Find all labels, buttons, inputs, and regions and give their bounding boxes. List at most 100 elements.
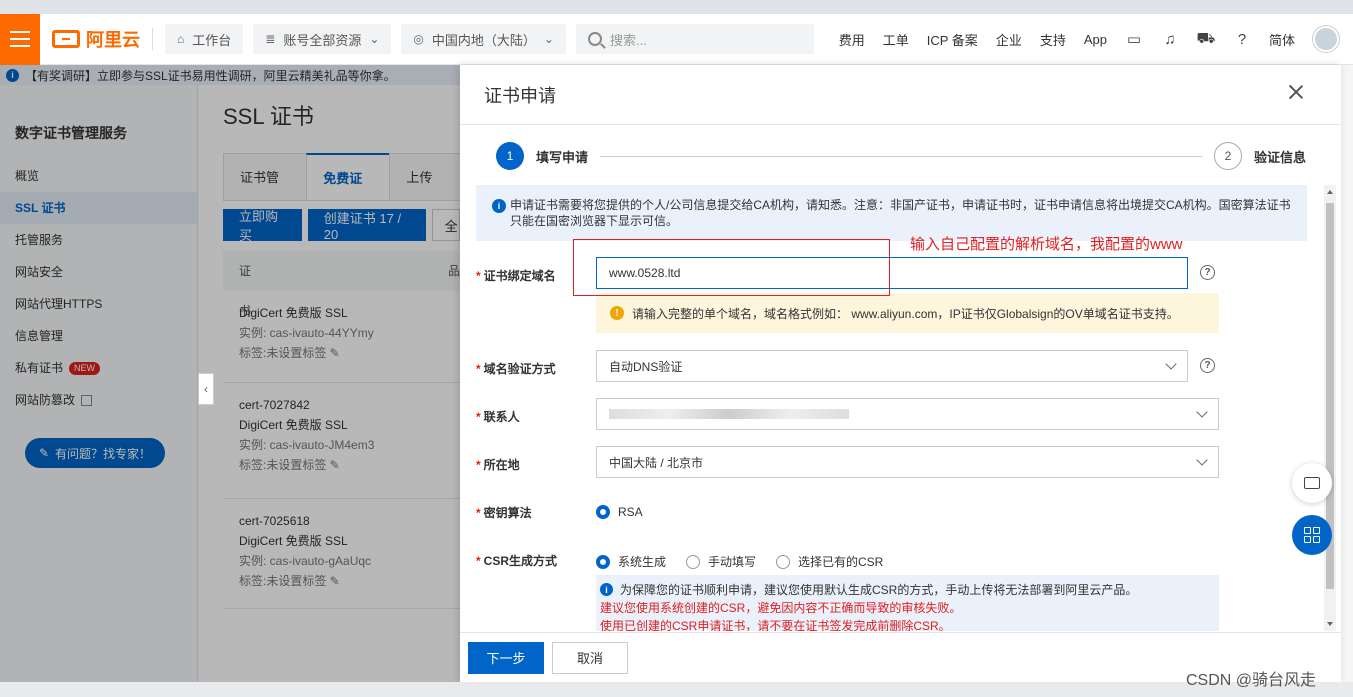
logo-text: 阿里云 (86, 30, 140, 50)
search-input[interactable]: 搜索... (575, 24, 814, 54)
domain-hint-text: 请输入完整的单个域名，域名格式例如： www.aliyun.com，IP证书仅G… (632, 306, 1179, 321)
search-icon (587, 32, 602, 46)
stepper: 1 填写申请 2 验证信息 (496, 141, 1306, 171)
cert-apply-drawer: 证书申请 1 填写申请 2 验证信息 i 申请证书需要将您提供的个人/公司信息提… (460, 65, 1341, 682)
radio-csr-manual[interactable]: 手动填写 (686, 553, 756, 570)
region-label: 中国内地（大陆） (431, 32, 536, 48)
contact-select[interactable] (596, 398, 1219, 430)
nav-link-icp[interactable]: ICP 备案 (927, 30, 978, 49)
search-placeholder: 搜索... (609, 32, 647, 48)
verify-label: * 域名验证方式 (476, 362, 556, 376)
radio-empty-icon (686, 554, 700, 569)
verify-value: 自动DNS验证 (609, 359, 683, 374)
location-icon: ◎ (413, 32, 424, 46)
language-switch[interactable]: 简体 (1269, 30, 1295, 49)
help-icon[interactable]: ? (1200, 358, 1215, 373)
watermark: CSDN @骑台风走 (1186, 672, 1317, 689)
info-icon: i (492, 199, 506, 213)
ca-info-text: 申请证书需要将您提供的个人/公司信息提交给CA机构，请知悉。注意：非国产证书，申… (510, 198, 1291, 228)
csr-info-text: 为保障您的证书顺利申请，建议您使用默认生成CSR的方式，手动上传将无法部署到阿里… (620, 583, 1138, 597)
modal-backdrop[interactable] (0, 65, 460, 682)
location-label: * 所在地 (476, 458, 520, 472)
cart-icon[interactable]: ⛟ (1197, 30, 1216, 48)
account-scope-label: 账号全部资源 (283, 32, 362, 48)
nav-link-support[interactable]: 支持 (1040, 30, 1066, 49)
os-taskbar (0, 682, 1353, 697)
avatar[interactable] (1313, 26, 1339, 52)
workbench-button[interactable]: ⌂ 工作台 (165, 24, 244, 54)
scroll-down-icon[interactable] (1327, 622, 1333, 626)
radio-label: 系统生成 (618, 555, 667, 569)
grid-icon (1304, 527, 1320, 543)
location-select[interactable]: 中国大陆 / 北京市 (596, 446, 1219, 478)
browser-tabstrip (0, 0, 1353, 14)
terminal-icon[interactable]: ▭ (1125, 30, 1143, 48)
drawer-header: 证书申请 (460, 65, 1341, 125)
drawer-title: 证书申请 (484, 85, 556, 106)
cancel-button[interactable]: 取消 (552, 641, 628, 674)
chevron-down-icon (1196, 454, 1208, 466)
step-2-number: 2 (1213, 142, 1242, 170)
step-connector (600, 155, 1202, 157)
aliyun-logo-icon (52, 30, 80, 48)
domain-label-text: 证书绑定域名 (483, 269, 556, 283)
radio-rsa-label: RSA (618, 505, 643, 519)
nav-links: 费用 工单 ICP 备案 企业 支持 App ▭ ♫ ⛟ ? 简体 (839, 26, 1339, 52)
radio-selected-icon (596, 505, 610, 519)
step-1-number: 1 (496, 142, 524, 170)
list-icon: ≣ (265, 32, 276, 46)
feedback-button[interactable] (1292, 463, 1332, 503)
radio-csr-existing[interactable]: 选择已有的CSR (776, 553, 883, 570)
help-icon[interactable]: ? (1233, 30, 1251, 48)
csr-label-text: CSR生成方式 (483, 554, 558, 568)
contact-label-text: 联系人 (483, 410, 520, 424)
nav-link-fees[interactable]: 费用 (839, 30, 865, 49)
chat-bubble-icon (1304, 477, 1320, 489)
chevron-down-icon (1165, 358, 1177, 370)
csr-warning-1: 建议您使用系统创建的CSR，避免因内容不正确而导致的审核失败。 (600, 601, 962, 615)
bell-icon[interactable]: ♫ (1161, 30, 1179, 48)
region-select[interactable]: ◎ 中国内地（大陆） ⌄ (401, 24, 566, 54)
account-scope-select[interactable]: ≣ 账号全部资源 ⌄ (253, 24, 392, 54)
top-navbar: 阿里云 ⌂ 工作台 ≣ 账号全部资源 ⌄ ◎ 中国内地（大陆） ⌄ 搜索... … (0, 13, 1353, 65)
location-label-text: 所在地 (483, 458, 520, 472)
divider (152, 28, 153, 50)
info-icon: i (600, 583, 613, 596)
csr-warning-2: 使用已创建的CSR申请证书，请不要在证书签发完成前删除CSR。 (600, 619, 951, 631)
radio-rsa[interactable]: RSA (596, 505, 643, 519)
radio-label: 选择已有的CSR (798, 555, 884, 569)
location-value: 中国大陆 / 北京市 (609, 455, 704, 470)
radio-csr-system[interactable]: 系统生成 (596, 553, 666, 570)
warning-icon: ! (610, 306, 624, 320)
contact-label: * 联系人 (476, 410, 520, 424)
algo-label: * 密钥算法 (476, 506, 532, 520)
workbench-label: 工作台 (192, 32, 232, 48)
scroll-up-icon[interactable] (1327, 190, 1333, 194)
close-icon[interactable] (1289, 85, 1303, 99)
collapse-sidebar-icon[interactable]: ‹ (198, 373, 214, 405)
radio-empty-icon (776, 554, 790, 569)
algo-label-text: 密钥算法 (483, 506, 532, 520)
annotation-highlight-box (573, 239, 890, 296)
nav-link-tickets[interactable]: 工单 (883, 30, 909, 49)
domain-hint: ! 请输入完整的单个域名，域名格式例如： www.aliyun.com，IP证书… (596, 293, 1219, 333)
nav-link-enterprise[interactable]: 企业 (996, 30, 1022, 49)
step-2-label: 验证信息 (1253, 149, 1306, 165)
apps-button[interactable] (1292, 515, 1332, 555)
csr-info-notice: i 为保障您的证书顺利申请，建议您使用默认生成CSR的方式，手动上传将无法部署到… (596, 575, 1219, 631)
drawer-scrollbar[interactable] (1324, 185, 1336, 631)
chevron-down-icon: ⌄ (543, 32, 554, 46)
contact-blurred-value (609, 409, 849, 419)
annotation-text: 输入自己配置的解析域名，我配置的www (910, 236, 1183, 253)
chevron-down-icon: ⌄ (369, 32, 380, 46)
csr-label: * CSR生成方式 (476, 554, 558, 568)
step-1-label: 填写申请 (536, 149, 589, 165)
menu-icon[interactable] (0, 13, 40, 65)
next-button[interactable]: 下一步 (468, 641, 544, 674)
aliyun-logo[interactable]: 阿里云 (52, 26, 140, 52)
nav-link-app[interactable]: App (1084, 32, 1107, 47)
help-icon[interactable]: ? (1200, 265, 1215, 280)
radio-selected-icon (596, 554, 610, 569)
radio-label: 手动填写 (708, 555, 757, 569)
verify-method-select[interactable]: 自动DNS验证 (596, 350, 1188, 382)
